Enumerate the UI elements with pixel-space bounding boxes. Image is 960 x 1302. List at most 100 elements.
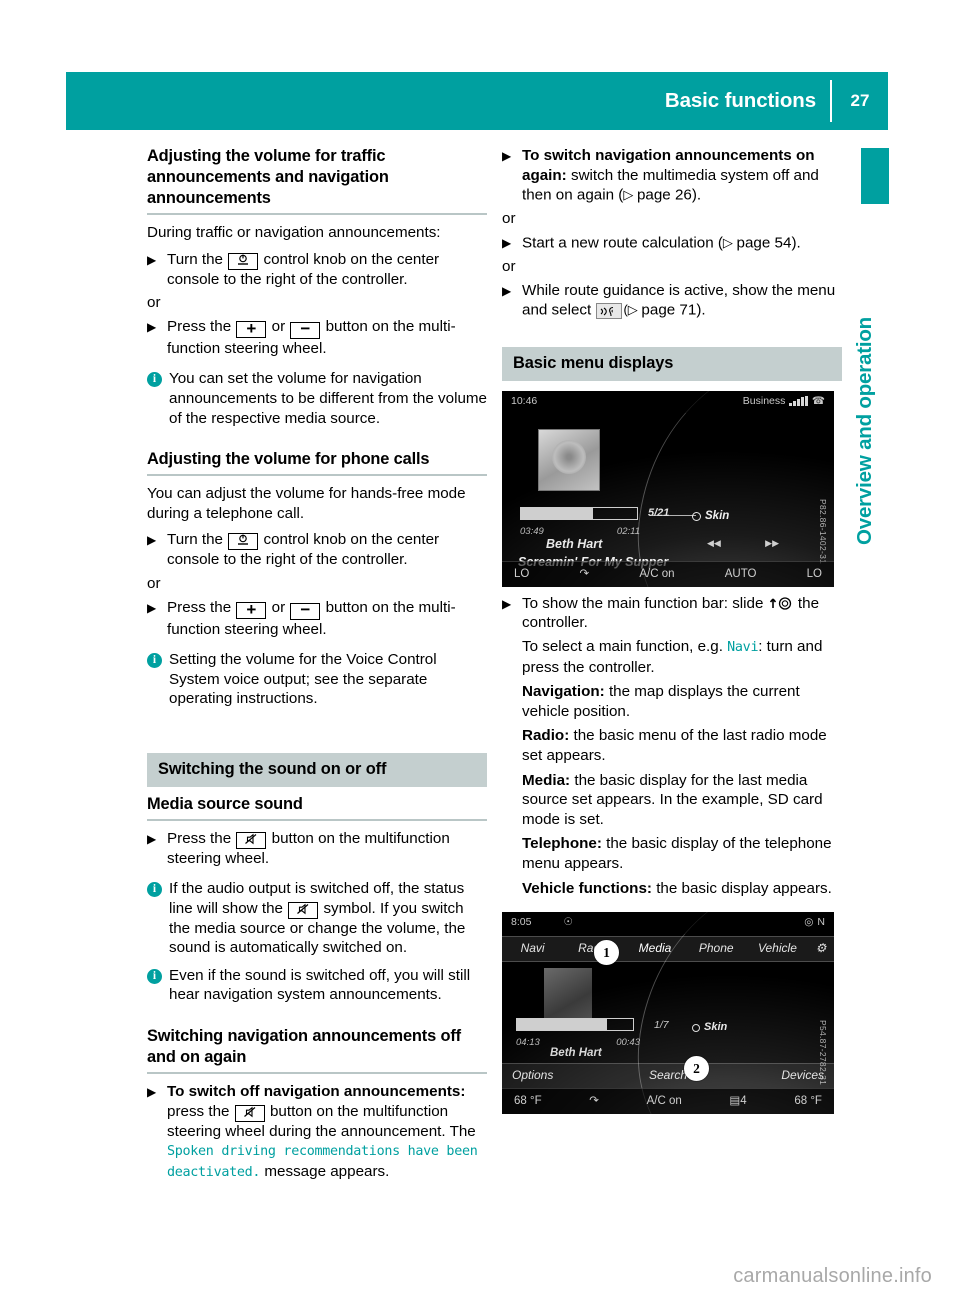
callout-marker-1: 1 [594, 940, 619, 966]
seat-icon: ↷ [589, 1094, 599, 1107]
skin-ring-icon [692, 1023, 700, 1032]
climate-temp-right: LO [806, 567, 822, 580]
step-press-mute-button: ▶ Press the button on the multifunction … [147, 829, 487, 869]
grey-section-header-sound: Switching the sound on or off [147, 752, 487, 787]
forward-icon[interactable]: ▶▶ [765, 534, 779, 554]
step-text: Start a new route calculation ( [522, 234, 723, 252]
definition-vehicle-functions: Vehicle functions: the basic display app… [502, 879, 842, 899]
section-heading-volume-traffic: Adjusting the volume for traffic announc… [147, 147, 389, 207]
climate-status-bar: LO ↷ A/C on AUTO LO [502, 560, 834, 587]
info-note-nav-still-audible: i Even if the sound is switched off, you… [147, 966, 487, 1005]
volume-up-button-icon: + [236, 601, 267, 619]
rewind-icon[interactable]: ◀◀ [707, 534, 721, 554]
or-separator-1: or [147, 294, 161, 312]
heading-rule [147, 1072, 487, 1075]
track-number: 1/7 [654, 1019, 669, 1032]
step-text-pre: Turn the [167, 250, 223, 268]
function-item-media[interactable]: Media [624, 939, 685, 959]
page-ref-arrow-icon: ▷ [623, 187, 637, 203]
info-icon: i [147, 653, 162, 669]
signal-strength-icon [789, 396, 808, 407]
seat-icon: ↷ [579, 567, 590, 580]
artist-name: Beth Hart [550, 1047, 602, 1060]
navigation-announcement-icon [596, 302, 623, 319]
track-progress-fill [521, 507, 593, 519]
info-note-text: You can set the volume for navigation an… [169, 370, 488, 427]
settings-gear-icon[interactable]: ⚙ [808, 939, 834, 959]
remaining-time: 02:11 [616, 525, 640, 537]
function-item-phone[interactable]: Phone [686, 939, 747, 959]
options-button[interactable]: Options [512, 1066, 616, 1086]
track-progress-bar[interactable] [520, 506, 638, 520]
skin-label: Skin [705, 509, 730, 522]
definition-telephone: Telephone: the basic display of the tele… [502, 834, 842, 873]
chapter-tab-label: Overview and operation [853, 317, 876, 545]
volume-up-button-icon: + [236, 320, 267, 338]
main-function-bar-screenshot: 8:05 ☉ ◎ N Navi Radio Media Phone Vehicl… [502, 912, 834, 1115]
status-bar: 10:46 Business ☎ [502, 390, 834, 413]
status-time: 8:05 [511, 916, 532, 929]
options-bar[interactable]: Options Search Devices [502, 1063, 834, 1089]
step-marker-icon: ▶ [502, 596, 512, 611]
skin-indicator: Skin [692, 1018, 727, 1038]
page-title: Basic functions [664, 89, 816, 112]
step-marker-icon: ▶ [502, 283, 512, 298]
page-ref-arrow-icon: ▷ [722, 234, 737, 250]
function-item-navi[interactable]: Navi [502, 939, 563, 959]
control-knob-icon [228, 533, 259, 551]
step-text-c: message appears. [264, 1162, 390, 1180]
step-turn-control-knob-traffic: ▶ Turn the control knob on the center co… [147, 250, 487, 290]
devices-button[interactable]: Devices [720, 1066, 824, 1086]
climate-temp-left: LO [514, 567, 530, 580]
step-text-tail: ). [691, 186, 702, 204]
para-select-main-function: To select a main function, e.g. Navi: tu… [502, 637, 842, 677]
definition-media: Media: the basic display for the last me… [502, 771, 842, 830]
section-heading-switching-nav-announcements: Switching navigation announcements off a… [147, 1027, 461, 1067]
info-icon: i [147, 372, 162, 388]
compass-icon: ☉ [563, 916, 573, 929]
main-function-bar[interactable]: Navi Radio Media Phone Vehicle ⚙ [502, 936, 834, 963]
page-reference[interactable]: page 26 [637, 187, 692, 204]
definition-text: the basic display appears. [656, 879, 832, 897]
track-progress-fill [517, 1019, 608, 1031]
menu-item-navi-label: Navi [727, 640, 759, 656]
definition-label: Radio: [522, 727, 570, 745]
status-bar: 8:05 ☉ ◎ N [502, 912, 834, 935]
definition-label: Media: [522, 771, 571, 789]
step-text-a: To show the main function bar: slide [522, 594, 764, 612]
skin-indicator: Skin [692, 507, 729, 527]
skin-ring-icon [692, 512, 701, 522]
slide-controller-icon [768, 595, 798, 612]
volume-down-button-icon: − [290, 601, 321, 620]
or-separator-2: or [147, 574, 161, 592]
cover-art-emblem [552, 440, 586, 475]
info-note-volume-difference: i You can set the volume for navigation … [147, 369, 487, 428]
status-right-group: ◎ N [804, 913, 825, 933]
right-text-column: ▶ To switch navigation announcements on … [502, 146, 842, 1115]
page-reference[interactable]: page 54 [737, 234, 792, 251]
step-press-volume-buttons-traffic: ▶ Press the + or − button on the multi-f… [147, 317, 487, 359]
phone-icon: ☎ [811, 395, 825, 408]
figure-code: P54.87-2782-31 [818, 1020, 828, 1086]
step-switch-nav-announcements-on: ▶ To switch navigation announcements on … [502, 146, 842, 205]
transport-marks: ◀◀ ▶▶ [707, 534, 779, 554]
remaining-time: 00:43 [616, 1037, 640, 1049]
page-number: 27 [850, 91, 870, 110]
track-progress-bar[interactable] [516, 1018, 634, 1032]
heading-rule [147, 474, 487, 477]
info-note-audio-off-status: i If the audio output is switched off, t… [147, 879, 487, 958]
step-show-main-function-bar: ▶ To show the main function bar: slide t… [502, 594, 842, 633]
page-reference[interactable]: page 71 [641, 302, 696, 319]
step-press-volume-buttons-phone: ▶ Press the + or − button on the multi-f… [147, 598, 487, 640]
site-watermark: carmanualsonline.info [733, 1265, 932, 1287]
function-item-vehicle[interactable]: Vehicle [747, 939, 808, 959]
page-ref-arrow-icon: (▷ [623, 302, 642, 318]
direction-icon: ◎ [804, 916, 814, 929]
climate-ac-label: A/C on [639, 567, 675, 580]
